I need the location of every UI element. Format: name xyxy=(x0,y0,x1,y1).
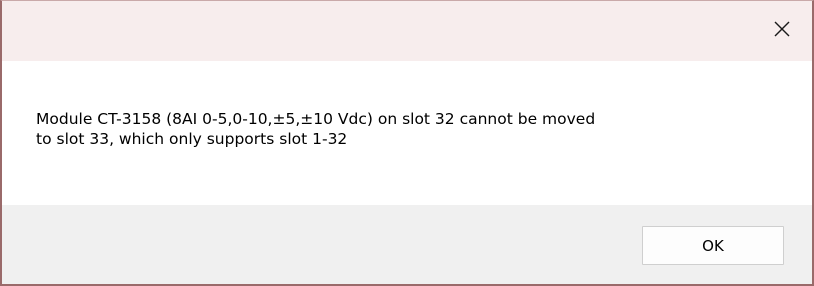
close-icon xyxy=(774,21,790,41)
dialog-message: Module CT-3158 (8AI 0-5,0-10,±5,±10 Vdc)… xyxy=(36,110,596,148)
dialog-content: Module CT-3158 (8AI 0-5,0-10,±5,±10 Vdc)… xyxy=(2,61,812,205)
close-button[interactable] xyxy=(752,1,812,61)
ok-button[interactable]: OK xyxy=(642,226,784,265)
dialog-footer: OK xyxy=(2,205,812,284)
error-dialog: Module CT-3158 (8AI 0-5,0-10,±5,±10 Vdc)… xyxy=(0,0,814,286)
title-bar xyxy=(2,1,812,61)
